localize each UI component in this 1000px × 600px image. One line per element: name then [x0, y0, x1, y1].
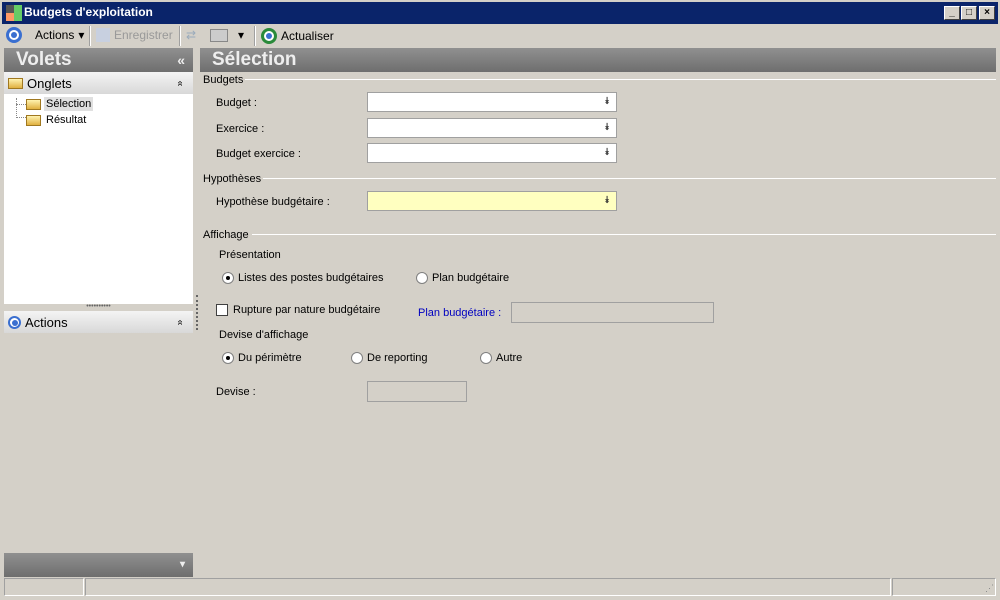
save-icon [96, 28, 110, 42]
close-button[interactable]: × [979, 6, 995, 20]
status-panel [4, 578, 84, 596]
app-menu-icon[interactable] [6, 27, 22, 43]
chevron-double-down-icon: ⯯ [604, 195, 610, 206]
actions-icon [8, 315, 21, 329]
divider [252, 234, 996, 235]
tree-line [16, 98, 26, 118]
divider [263, 178, 996, 179]
devise-field[interactable] [367, 381, 467, 402]
radio-label: Plan budgétaire [432, 272, 510, 284]
budget-exercice-select[interactable]: ⯯ [367, 143, 617, 163]
presentation-label: Présentation [219, 249, 281, 261]
pane-footer[interactable]: ▾ [4, 553, 193, 577]
radio-icon [480, 352, 492, 365]
radio-label: Du périmètre [238, 352, 302, 364]
radio-plan[interactable]: Plan budgétaire [416, 272, 510, 285]
folder-icon [26, 98, 41, 110]
pane-splitter[interactable] [196, 295, 198, 330]
chevron-double-down-icon: ⯯ [604, 147, 610, 158]
folder-icon [26, 114, 41, 126]
actions-menu-button[interactable]: Actions ▾ [35, 28, 84, 42]
radio-icon [416, 272, 428, 285]
tree-line [16, 104, 26, 105]
actions-pane-header[interactable]: Actions » [4, 311, 193, 333]
exercice-select[interactable]: ⯯ [367, 118, 617, 138]
collapse-up-icon[interactable]: » [175, 80, 186, 86]
plan-budgetaire-field[interactable] [511, 302, 714, 323]
save-button[interactable]: Enregistrer [96, 28, 173, 42]
status-panel [85, 578, 891, 596]
radio-icon [222, 272, 234, 285]
tree-item-label: Résultat [46, 114, 87, 126]
separator [254, 26, 256, 46]
window-title: Budgets d'exploitation [24, 5, 153, 19]
pane-title: Volets [16, 49, 72, 70]
chevron-double-down-icon: ⯯ [604, 96, 610, 107]
collapse-pane-button[interactable]: « [177, 48, 185, 72]
checkbox-icon [216, 304, 228, 317]
radio-label: Autre [496, 352, 523, 364]
toolbar: Actions ▾ Enregistrer ⇄ ▾ Actualiser [0, 24, 1000, 48]
tree-item-resultat[interactable]: Résultat [26, 113, 88, 127]
app-icon [6, 5, 22, 21]
main-title: Sélection [212, 49, 297, 70]
refresh-icon [261, 28, 277, 44]
section-affichage: Affichage [203, 229, 249, 241]
plan-budgetaire-label: Plan budgétaire : [418, 307, 502, 319]
tabs-tree: Sélection Résultat [4, 94, 193, 304]
actions-label: Actions [35, 28, 75, 42]
actions-pane-label: Actions [25, 314, 68, 330]
maximize-button[interactable]: □ [961, 6, 977, 20]
title-bar: Budgets d'exploitation _ □ × [0, 0, 1000, 24]
budget-select[interactable]: ⯯ [367, 92, 617, 112]
left-pane: Volets « Onglets » Sélection Résultat ••••… [4, 48, 193, 578]
devise-affichage-label: Devise d'affichage [219, 329, 309, 341]
minimize-button[interactable]: _ [944, 6, 960, 20]
separator [179, 26, 181, 46]
section-hypotheses: Hypothèses [203, 173, 262, 185]
print-button[interactable]: ▾ [210, 28, 244, 42]
collapse-up-icon[interactable]: » [175, 319, 186, 325]
radio-perimetre[interactable]: Du périmètre [222, 352, 302, 365]
splitter-handle[interactable]: •••••••••• [4, 303, 193, 311]
status-panel [892, 578, 996, 596]
radio-icon [222, 352, 234, 365]
tree-item-selection[interactable]: Sélection [26, 97, 94, 111]
resize-grip-icon[interactable]: ⋰ [985, 583, 994, 594]
sync-button[interactable]: ⇄ [186, 28, 196, 42]
printer-icon [210, 28, 228, 42]
chevron-double-down-icon: ⯯ [604, 122, 610, 133]
devise-label: Devise : [216, 386, 256, 398]
status-bar: ⋰ [4, 578, 996, 596]
refresh-button[interactable]: Actualiser [261, 28, 334, 44]
folder-icon [8, 77, 23, 89]
separator [89, 26, 91, 46]
chevron-down-icon: ▾ [78, 28, 85, 42]
pane-header: Volets « [4, 48, 193, 72]
exercice-label: Exercice : [216, 123, 265, 135]
radio-autre[interactable]: Autre [480, 352, 523, 365]
onglets-label: Onglets [27, 75, 72, 91]
radio-label: De reporting [367, 352, 428, 364]
radio-icon [351, 352, 363, 365]
budget-label: Budget : [216, 97, 257, 109]
budget-exercice-label: Budget exercice : [216, 148, 301, 160]
sync-icon: ⇄ [186, 28, 197, 42]
radio-reporting[interactable]: De reporting [351, 352, 428, 365]
rupture-checkbox[interactable]: Rupture par nature budgétaire [216, 304, 381, 317]
radio-listes[interactable]: Listes des postes budgétaires [222, 272, 384, 285]
checkbox-label: Rupture par nature budgétaire [233, 304, 381, 316]
refresh-label: Actualiser [281, 29, 334, 43]
hypothese-label: Hypothèse budgétaire : [216, 196, 330, 208]
divider [245, 79, 996, 80]
main-header: Sélection [200, 48, 996, 72]
section-budgets: Budgets [203, 74, 244, 86]
chevron-down-icon: ▾ [179, 559, 185, 570]
chevron-down-icon: ▾ [238, 28, 245, 42]
radio-label: Listes des postes budgétaires [238, 272, 384, 284]
onglets-header[interactable]: Onglets » [4, 72, 193, 94]
hypothese-select[interactable]: ⯯ [367, 191, 617, 211]
tree-item-label: Sélection [44, 97, 94, 111]
save-label: Enregistrer [114, 28, 173, 42]
